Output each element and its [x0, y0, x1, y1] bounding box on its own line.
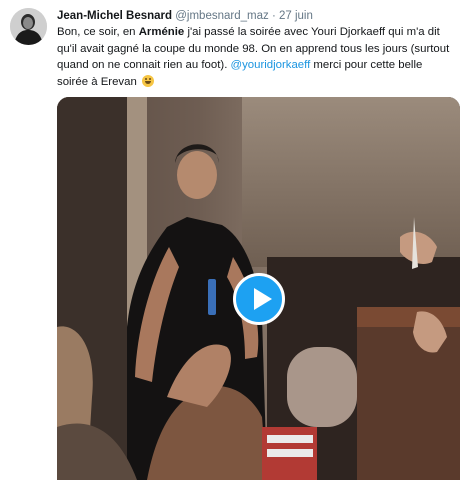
tweet: Jean-Michel Besnard @jmbesnard_maz · 27 …: [0, 0, 462, 480]
avatar[interactable]: [10, 8, 47, 45]
tweet-text-bold: Arménie: [138, 26, 185, 38]
author-handle[interactable]: @jmbesnard_maz: [175, 10, 269, 22]
video-player[interactable]: [57, 97, 460, 480]
grinning-face-icon: [141, 74, 154, 87]
author-name[interactable]: Jean-Michel Besnard: [57, 10, 172, 22]
separator: ·: [271, 10, 276, 22]
tweet-header: Jean-Michel Besnard @jmbesnard_maz · 27 …: [57, 8, 313, 24]
tweet-text-part1: Bon, ce soir, en: [57, 26, 139, 38]
play-icon[interactable]: [233, 273, 285, 325]
tweet-text: Bon, ce soir, en Arménie j'ai passé la s…: [57, 24, 453, 90]
mention-link[interactable]: @youridjorkaeff: [231, 59, 311, 71]
tweet-date[interactable]: 27 juin: [279, 10, 313, 22]
